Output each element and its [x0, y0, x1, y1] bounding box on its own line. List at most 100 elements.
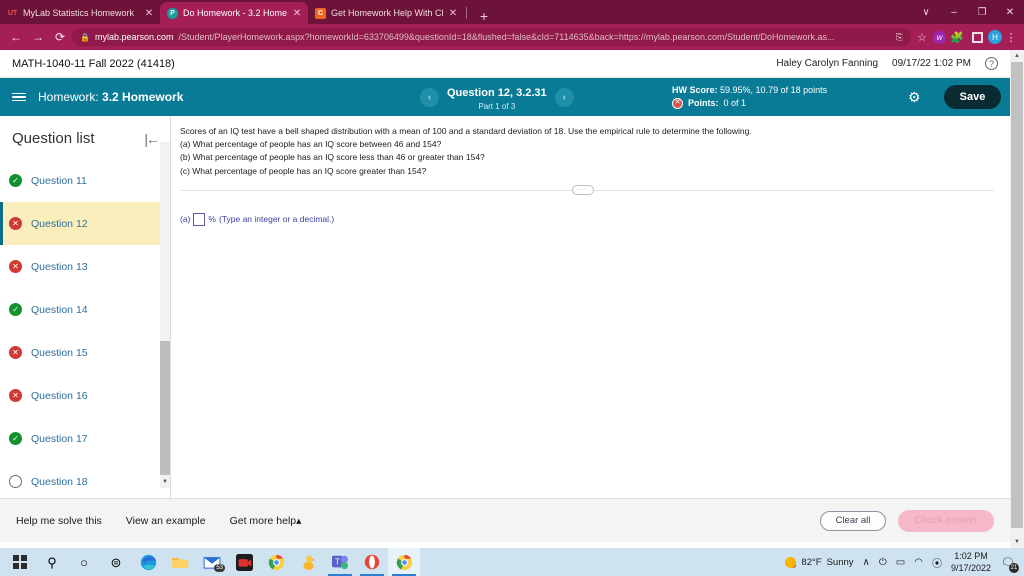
puzzle-extension-icon[interactable]: 🧩: [948, 28, 966, 46]
sidebar-scroll-down-arrow[interactable]: ▼: [160, 476, 170, 487]
profile-avatar[interactable]: H: [988, 30, 1002, 44]
browser-tab-0[interactable]: UT MyLab Statistics Homework ✕: [0, 2, 160, 24]
help-me-solve-this-link[interactable]: Help me solve this: [16, 515, 102, 527]
hw-score-label: HW Score:: [672, 84, 718, 95]
cross-icon: ✕: [9, 217, 22, 230]
weather-widget[interactable]: 82°F Sunny: [785, 556, 854, 568]
previous-question-button[interactable]: ‹: [420, 87, 439, 107]
reload-icon[interactable]: ⟳: [50, 30, 70, 44]
w-extension-icon[interactable]: w: [933, 30, 946, 44]
sidebar-scrollbar[interactable]: [160, 142, 170, 488]
browser-menu-icon[interactable]: ⋮: [1004, 31, 1018, 44]
bookmark-star-icon[interactable]: ☆: [913, 31, 931, 44]
sidebar-item-question-18[interactable]: Question 18: [0, 460, 170, 503]
camera-app-button[interactable]: [228, 548, 260, 576]
weather-description: Sunny: [826, 556, 854, 568]
footer-actions: Clear all Check answer: [820, 509, 994, 532]
back-icon[interactable]: ←: [6, 30, 26, 44]
task-view-button[interactable]: ⊜: [100, 548, 132, 576]
start-button[interactable]: [4, 548, 36, 576]
notification-center-button[interactable]: 🗨 21: [1000, 554, 1019, 573]
mail-button[interactable]: 53: [196, 548, 228, 576]
chrome-active-button[interactable]: [388, 548, 420, 576]
file-explorer-button[interactable]: [164, 548, 196, 576]
hamburger-icon[interactable]: [12, 92, 26, 102]
check-icon: ✓: [9, 174, 22, 187]
new-tab-button[interactable]: +: [475, 8, 493, 24]
chevron-down-icon[interactable]: ∨: [912, 7, 940, 18]
view-an-example-link[interactable]: View an example: [126, 515, 206, 527]
search-button[interactable]: ⚲: [36, 548, 68, 576]
sidebar-extension-icon[interactable]: [968, 28, 986, 46]
sidebar-scrollbar-thumb[interactable]: [160, 341, 170, 475]
maximize-icon[interactable]: ❐: [968, 7, 996, 18]
close-icon[interactable]: ✕: [144, 8, 154, 19]
cortana-button[interactable]: ○: [68, 548, 100, 576]
omnibox-bar: ← → ⟳ 🔒 mylab.pearson.com/Student/Player…: [0, 24, 1024, 50]
sun-icon: [785, 556, 797, 568]
next-question-button[interactable]: ›: [554, 87, 574, 107]
opera-button[interactable]: [356, 548, 388, 576]
share-icon[interactable]: ⎘: [890, 32, 903, 43]
answer-input[interactable]: [193, 212, 206, 226]
save-button[interactable]: Save: [944, 85, 1001, 109]
teams-icon: T: [332, 555, 348, 570]
volume-icon[interactable]: ⦿: [932, 555, 942, 570]
question-part-b: (b) What percentage of people has an IQ …: [180, 152, 485, 163]
url-path: /Student/PlayerHomework.aspx?homeworkId=…: [178, 32, 835, 42]
points-line: ✕ Points: 0 of 1: [672, 97, 827, 110]
clock[interactable]: 1:02 PM 9/17/2022: [951, 550, 991, 574]
wifi-icon[interactable]: ◠: [914, 557, 923, 568]
page-scrollbar-thumb[interactable]: [1011, 62, 1023, 528]
help-icon[interactable]: ?: [985, 57, 998, 70]
answer-prefix: (a): [180, 214, 191, 225]
clear-all-button[interactable]: Clear all: [820, 510, 886, 531]
teams-button[interactable]: T: [324, 548, 356, 576]
sidebar-item-question-11[interactable]: ✓ Question 11: [0, 159, 170, 202]
page-scroll-up-arrow[interactable]: ▲: [1010, 50, 1024, 62]
address-bar[interactable]: 🔒 mylab.pearson.com/Student/PlayerHomewo…: [72, 28, 911, 46]
check-answer-button[interactable]: Check answer: [898, 509, 994, 532]
resize-grip[interactable]: ···: [572, 184, 594, 195]
gear-icon[interactable]: ⚙: [908, 89, 921, 106]
sidebar-item-question-13[interactable]: ✕ Question 13: [0, 245, 170, 288]
duck-app-button[interactable]: [292, 548, 324, 576]
check-icon: ✓: [9, 303, 22, 316]
battery-icon[interactable]: ▭: [896, 557, 905, 568]
page-scrollbar[interactable]: ▲ ▼: [1010, 50, 1024, 548]
duck-icon: [302, 555, 315, 570]
sidebar-item-question-12[interactable]: ✕ Question 12: [0, 202, 170, 245]
browser-tab-1[interactable]: P Do Homework - 3.2 Homework ✕: [160, 2, 308, 24]
edge-icon: [140, 554, 156, 570]
sidebar-item-question-14[interactable]: ✓ Question 14: [0, 288, 170, 331]
sidebar-item-question-17[interactable]: ✓ Question 17: [0, 417, 170, 460]
session-datetime: 09/17/22 1:02 PM: [892, 58, 971, 69]
content-divider: ···: [180, 184, 994, 195]
onedrive-icon[interactable]: ⏻: [879, 557, 887, 568]
sidebar-item-question-16[interactable]: ✕ Question 16: [0, 374, 170, 417]
browser-tab-2[interactable]: C Get Homework Help With Chegg ✕: [308, 2, 464, 24]
list-item-label: Question 11: [31, 174, 87, 187]
page-scroll-down-arrow[interactable]: ▼: [1010, 536, 1024, 548]
close-icon[interactable]: ✕: [292, 8, 302, 19]
close-window-icon[interactable]: ✕: [996, 7, 1024, 18]
minimize-icon[interactable]: –: [940, 7, 968, 18]
browser-window: UT MyLab Statistics Homework ✕ P Do Home…: [0, 0, 1024, 548]
chrome-button[interactable]: [260, 548, 292, 576]
homework-label: Homework: 3.2 Homework: [38, 90, 183, 104]
sidebar-item-question-15[interactable]: ✕ Question 15: [0, 331, 170, 374]
course-title: MATH-1040-11 Fall 2022 (41418): [12, 57, 175, 70]
list-item-label: Question 16: [31, 389, 88, 402]
question-indicator: Question 12, 3.2.31 Part 1 of 3: [447, 83, 547, 111]
collapse-sidebar-icon[interactable]: |←: [144, 131, 160, 147]
edge-button[interactable]: [132, 548, 164, 576]
forward-icon[interactable]: →: [28, 30, 48, 44]
question-list: ✓ Question 11 ✕ Question 12 ✕ Question 1…: [0, 157, 170, 503]
show-hidden-icons-icon[interactable]: ∧: [863, 557, 870, 568]
get-more-help-link[interactable]: Get more help▴: [230, 515, 302, 527]
caret-up-icon: ▴: [296, 514, 302, 527]
question-title: Question 12, 3.2.31: [447, 87, 547, 99]
close-icon[interactable]: ✕: [448, 8, 458, 19]
check-icon: ✓: [9, 432, 22, 445]
list-item-label: Question 15: [31, 346, 88, 359]
